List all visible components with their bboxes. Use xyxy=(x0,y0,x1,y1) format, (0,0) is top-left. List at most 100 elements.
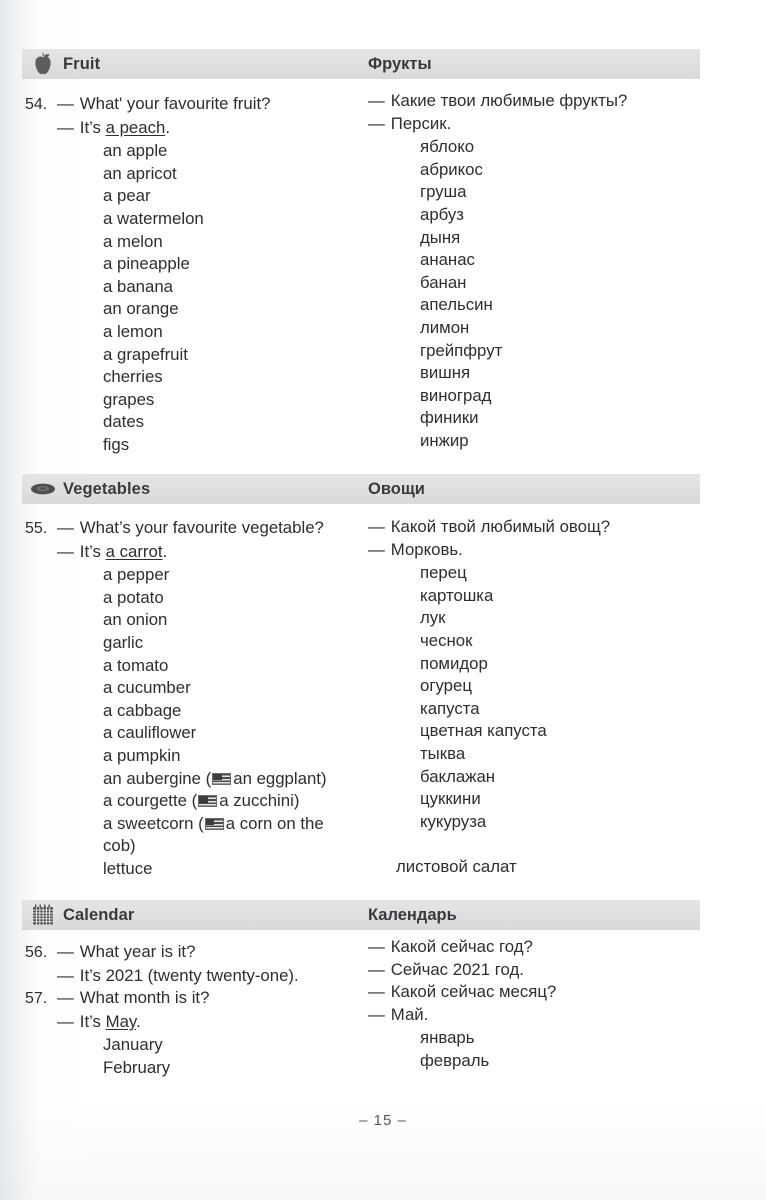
list-item: a melon xyxy=(103,231,163,251)
question-row-55-ru: — Какой твой любимый овощ? xyxy=(368,516,708,539)
dash: — xyxy=(368,91,385,110)
list-item: a banana xyxy=(103,276,173,296)
question-row-54-ru: — Какие твои любимые фрукты? xyxy=(368,90,708,113)
answer-text-54-ru: Персик. xyxy=(390,113,452,133)
list-item: dates xyxy=(103,412,145,432)
dash: — xyxy=(368,982,385,1002)
apple-icon xyxy=(30,51,56,77)
dash: — xyxy=(57,1011,74,1031)
dash: — xyxy=(57,988,74,1008)
answer-text-55-en: It’s a carrot. xyxy=(79,541,168,561)
dash: — xyxy=(57,942,74,961)
list-item: ананас xyxy=(420,250,475,270)
list-item: a pineapple xyxy=(103,254,190,274)
fruit-content-en: 54. — What' your favourite fruit? — It’s… xyxy=(25,93,355,457)
question-row-55: 55. — What’s your favourite vegetable? xyxy=(25,517,375,541)
list-item: инжир xyxy=(420,430,469,450)
list-item: кукуруза xyxy=(420,811,487,831)
list-item: a cauliflower xyxy=(103,723,197,743)
list-item: виноград xyxy=(420,385,492,405)
answer-row-54: — It’s a peach. xyxy=(25,117,355,140)
answer-text-56-ru: Сейчас 2021 год. xyxy=(390,959,524,979)
list-item: капуста xyxy=(420,698,480,718)
question-row-56: 56. — What year is it? xyxy=(25,941,375,965)
list-item: дыня xyxy=(420,227,461,247)
list-item: листовой салат xyxy=(396,856,517,876)
list-item: a watermelon xyxy=(103,208,204,228)
item-number-56: 56. xyxy=(25,944,48,961)
question-text-54-ru: Какие твои любимые фрукты? xyxy=(390,91,628,110)
list-item: картошка xyxy=(420,585,494,605)
answer-text-57-en: It’s May. xyxy=(79,1011,141,1031)
list-item: цветная капуста xyxy=(420,721,547,741)
question-text-54-en: What' your favourite fruit? xyxy=(79,94,271,113)
answer-text-55-ru: Морковь. xyxy=(390,539,463,559)
section-title-calendar-ru: Календарь xyxy=(368,905,457,924)
list-item: банан xyxy=(420,272,467,292)
dash: — xyxy=(57,94,74,113)
list-item: цуккини xyxy=(420,789,481,809)
list-item: a cabbage xyxy=(103,700,182,720)
answer-text-57-ru: Май. xyxy=(390,1004,429,1024)
question-text-56-ru: Какой сейчас год? xyxy=(390,937,533,956)
list-item: a pumpkin xyxy=(103,745,181,765)
calendar-word-list-en: January February xyxy=(103,1034,375,1079)
list-item: февраль xyxy=(420,1050,490,1070)
list-item: чеснок xyxy=(420,630,473,650)
list-item: garlic xyxy=(103,632,144,652)
answer-text-54-en: It’s a peach. xyxy=(79,117,170,137)
answer-row-57: — It’s May. xyxy=(25,1011,375,1034)
list-item: лук xyxy=(420,608,446,628)
list-item: cherries xyxy=(103,367,163,387)
list-item: помидор xyxy=(420,653,488,673)
item-number-55: 55. xyxy=(25,520,48,537)
list-item: cob) xyxy=(103,836,136,856)
section-header-vegetables: Vegetables Овощи xyxy=(22,474,700,504)
dash: — xyxy=(57,965,74,985)
list-item: a grapefruit xyxy=(103,344,188,364)
dash: — xyxy=(368,1004,385,1024)
list-item: a pear xyxy=(103,186,151,206)
item-number-54: 54. xyxy=(25,96,48,113)
us-flag-icon xyxy=(212,772,232,785)
dash: — xyxy=(368,517,385,536)
answer-row-55-ru: — Морковь. xyxy=(368,539,708,562)
question-text-56-en: What year is it? xyxy=(79,942,196,961)
answer-keyword-55: a carrot xyxy=(105,541,163,561)
list-item: тыква xyxy=(420,743,466,763)
list-item: вишня xyxy=(420,363,471,383)
answer-row-56: — It’s 2021 (twenty twenty-one). xyxy=(25,965,375,988)
section-title-vegetables-ru: Овощи xyxy=(368,479,425,498)
answer-row-54-ru: — Персик. xyxy=(368,113,708,136)
list-item: a tomato xyxy=(103,655,169,675)
list-item: a lemon xyxy=(103,321,163,341)
list-item: лимон xyxy=(420,317,470,337)
list-item: груша xyxy=(420,182,467,202)
list-item: an apricot xyxy=(103,163,177,183)
list-item: огурец xyxy=(420,676,472,696)
question-row-57: 57. — What month is it? xyxy=(25,987,375,1011)
list-item: an onion xyxy=(103,610,168,630)
list-item: lettuce xyxy=(103,858,153,878)
us-flag-icon xyxy=(198,795,218,808)
list-item: an orange xyxy=(103,299,179,319)
answer-row-57-ru: — Май. xyxy=(368,1004,708,1027)
vegetables-word-list-en: a pepper a potato an onion garlic a toma… xyxy=(103,564,375,880)
answer-text-56-en: It’s 2021 (twenty twenty-one). xyxy=(79,965,299,985)
list-item-with-flag: a sweetcorn (a corn on the xyxy=(103,813,324,833)
dash: — xyxy=(368,113,385,133)
section-header-fruit: Fruit Фрукты xyxy=(22,49,700,79)
answer-row-56-ru: — Сейчас 2021 год. xyxy=(368,959,708,982)
list-item: арбуз xyxy=(420,204,464,224)
question-text-55-en: What’s your favourite vegetable? xyxy=(79,518,324,537)
section-title-vegetables-en: Vegetables xyxy=(63,479,151,498)
eggplant-icon xyxy=(30,476,56,502)
question-row-54: 54. — What' your favourite fruit? xyxy=(25,93,355,117)
calendar-icon xyxy=(30,902,56,928)
list-item-with-flag: a courgette (a zucchini) xyxy=(103,791,300,811)
question-row-56-ru: — Какой сейчас год? xyxy=(368,936,708,959)
vegetables-word-list-ru: перец картошка лук чеснок помидор огурец… xyxy=(396,562,708,878)
answer-keyword-54: a peach xyxy=(105,117,166,137)
calendar-content-ru: — Какой сейчас год? — Сейчас 2021 год. —… xyxy=(368,936,708,1073)
fruit-word-list-ru: яблоко абрикос груша арбуз дыня ананас б… xyxy=(420,136,708,452)
